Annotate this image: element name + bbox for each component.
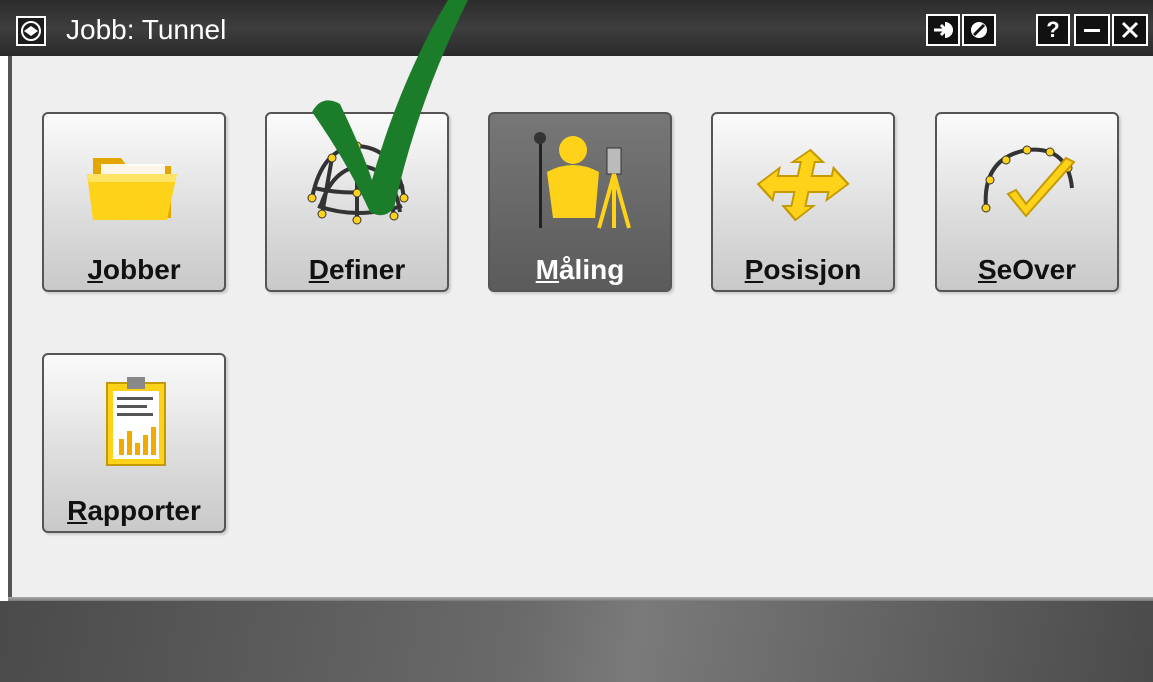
tile-maling[interactable]: Måling xyxy=(488,112,672,292)
tile-rapporter[interactable]: Rapporter xyxy=(42,353,226,533)
arrows-icon xyxy=(756,148,850,222)
tile-label: Definer xyxy=(308,254,406,285)
report-clipboard-icon xyxy=(106,377,166,466)
arrow-enter-icon xyxy=(934,22,953,38)
app-logo-icon[interactable] xyxy=(16,16,46,46)
tile-label: SeOver xyxy=(977,254,1077,285)
minimize-icon xyxy=(1084,29,1100,32)
folder-icon xyxy=(87,158,177,220)
tile-seover[interactable]: SeOver xyxy=(935,112,1119,292)
check-loop-icon xyxy=(981,145,1076,218)
tile-definer[interactable]: Definer xyxy=(265,112,449,292)
tile-label: Måling xyxy=(535,254,625,285)
help-button[interactable]: ? xyxy=(1036,14,1070,46)
cancel-button[interactable] xyxy=(962,14,996,46)
minimize-button[interactable] xyxy=(1074,14,1110,46)
tile-jobber[interactable]: Jobber xyxy=(42,112,226,292)
tile-label: Rapporter xyxy=(67,495,201,526)
tile-posisjon[interactable]: Posisjon xyxy=(711,112,895,292)
close-button[interactable] xyxy=(1112,14,1148,46)
footer-bar xyxy=(0,601,1153,682)
window-title: Jobb: Tunnel xyxy=(66,14,227,45)
tile-label: Posisjon xyxy=(744,254,862,285)
surveyor-icon xyxy=(534,132,631,229)
prohibited-icon xyxy=(971,22,987,38)
login-button[interactable] xyxy=(926,14,960,46)
close-icon xyxy=(1121,21,1139,39)
cage-mesh-icon xyxy=(307,141,409,225)
tile-label: Jobber xyxy=(87,254,181,285)
title-bar: Jobb: Tunnel ? xyxy=(0,0,1153,56)
